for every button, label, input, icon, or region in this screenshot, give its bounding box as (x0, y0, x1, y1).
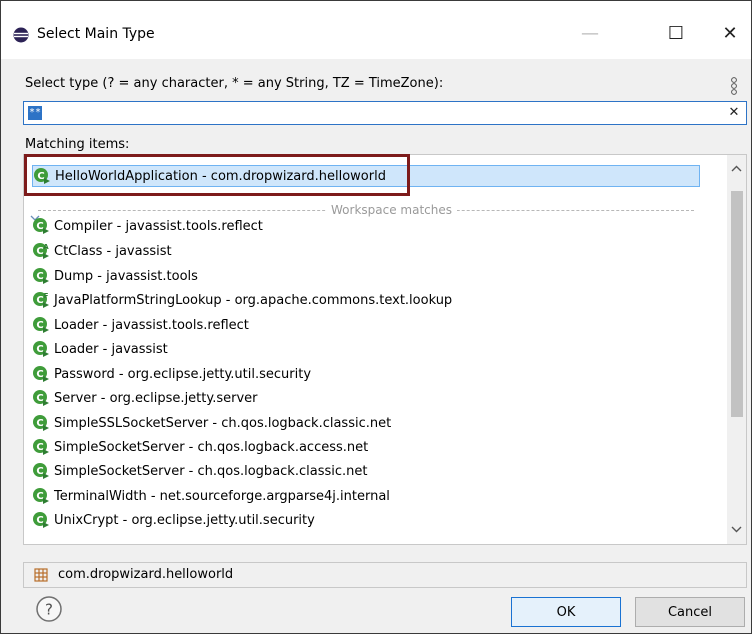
list-item-label: Server - org.eclipse.jetty.server (54, 390, 258, 406)
list-item[interactable]: C Password - org.eclipse.jetty.util.secu… (32, 363, 311, 385)
svg-text:C: C (36, 466, 43, 477)
list-scrollbar[interactable] (727, 155, 746, 544)
list-item-label: Password - org.eclipse.jetty.util.securi… (54, 366, 312, 382)
svg-text:A: A (43, 243, 49, 251)
list-item-label: Dump - javassist.tools (54, 268, 198, 284)
list-item-label: SimpleSSLSocketServer - ch.qos.logback.c… (54, 415, 392, 431)
class-main-icon: C (33, 415, 49, 431)
matching-items-list[interactable]: C HelloWorldApplication - com.dropwizard… (23, 154, 747, 545)
list-item-label: Loader - javassist (54, 341, 168, 357)
clear-filter-icon[interactable]: ✕ (726, 104, 742, 122)
list-item-label: Compiler - javassist.tools.reflect (54, 218, 263, 234)
list-item[interactable]: CA CtClass - javassist (32, 240, 172, 262)
svg-text:C: C (36, 393, 43, 404)
list-item[interactable]: C SimpleSocketServer - ch.qos.logback.cl… (32, 460, 367, 482)
list-item[interactable]: CF JavaPlatformStringLookup - org.apache… (32, 289, 452, 311)
list-item[interactable]: C Loader - javassist (32, 338, 168, 360)
svg-text:C: C (36, 491, 43, 502)
separator-label: Workspace matches (326, 203, 457, 217)
minimize-button[interactable]: — (567, 15, 613, 51)
package-details: com.dropwizard.helloworld (23, 562, 747, 588)
list-item[interactable]: C Loader - javassist.tools.reflect (32, 314, 249, 336)
package-name: com.dropwizard.helloworld (58, 567, 234, 582)
title-bar: Select Main Type — ☐ ✕ (1, 1, 751, 59)
abstract-class-main-icon: CA (33, 243, 49, 259)
maximize-button[interactable]: ☐ (653, 15, 699, 51)
svg-text:C: C (36, 442, 43, 453)
class-main-icon: C (33, 366, 49, 382)
selected-filter-text: ** (28, 106, 43, 120)
ok-button[interactable]: OK (511, 597, 621, 627)
cancel-button[interactable]: Cancel (635, 597, 745, 627)
class-main-icon: C (33, 317, 49, 333)
list-item-label: TerminalWidth - net.sourceforge.argparse… (54, 488, 390, 504)
type-filter-input[interactable] (24, 102, 732, 124)
eclipse-icon (13, 27, 29, 43)
class-main-icon: C (33, 512, 49, 528)
svg-text:F: F (44, 292, 49, 300)
svg-text:C: C (36, 271, 43, 282)
svg-text:C: C (36, 515, 43, 526)
scroll-down-icon[interactable] (727, 521, 746, 537)
selection-highlight-box (24, 154, 410, 196)
svg-text:?: ? (45, 601, 53, 619)
class-main-icon: C (33, 439, 49, 455)
list-item-label: JavaPlatformStringLookup - org.apache.co… (54, 292, 453, 308)
svg-text:C: C (36, 344, 43, 355)
list-item-label: SimpleSocketServer - ch.qos.logback.clas… (54, 463, 368, 479)
svg-text:C: C (36, 221, 43, 232)
list-item-label: Loader - javassist.tools.reflect (54, 317, 249, 333)
list-item[interactable]: C SimpleSSLSocketServer - ch.qos.logback… (32, 412, 391, 434)
list-item[interactable]: C Dump - javassist.tools (32, 265, 198, 287)
list-item-label: CtClass - javassist (54, 243, 172, 259)
scroll-up-icon[interactable] (727, 161, 746, 177)
close-button[interactable]: ✕ (707, 15, 752, 51)
select-main-type-dialog: Select Main Type — ☐ ✕ Select type (? = … (0, 0, 752, 634)
type-filter-input-container[interactable]: ** ✕ (23, 101, 747, 125)
list-item-label: SimpleSocketServer - ch.qos.logback.acce… (54, 439, 369, 455)
list-item[interactable]: C TerminalWidth - net.sourceforge.argpar… (32, 485, 390, 507)
list-item[interactable]: C Compiler - javassist.tools.reflect (32, 215, 263, 237)
svg-text:C: C (36, 295, 43, 306)
svg-text:C: C (36, 418, 43, 429)
class-main-icon: C (33, 463, 49, 479)
list-item-label: UnixCrypt - org.eclipse.jetty.util.secur… (54, 512, 315, 528)
final-class-main-icon: CF (33, 292, 49, 308)
class-main-icon: C (33, 268, 49, 284)
filter-label: Select type (? = any character, * = any … (25, 76, 444, 91)
list-item[interactable]: C UnixCrypt - org.eclipse.jetty.util.sec… (32, 509, 315, 531)
svg-text:C: C (36, 369, 43, 380)
scrollbar-thumb[interactable] (731, 191, 743, 417)
svg-text:C: C (36, 320, 43, 331)
help-icon[interactable]: ? (35, 595, 63, 623)
class-main-icon: C (33, 488, 49, 504)
matching-items-label: Matching items: (25, 137, 130, 152)
class-main-icon: C (33, 218, 49, 234)
package-icon (34, 568, 48, 582)
dialog-title: Select Main Type (37, 26, 155, 42)
view-menu-icon[interactable] (729, 75, 739, 97)
class-main-icon: C (33, 390, 49, 406)
class-main-icon: C (33, 341, 49, 357)
list-item[interactable]: C Server - org.eclipse.jetty.server (32, 387, 258, 409)
list-item[interactable]: C SimpleSocketServer - ch.qos.logback.ac… (32, 436, 368, 458)
